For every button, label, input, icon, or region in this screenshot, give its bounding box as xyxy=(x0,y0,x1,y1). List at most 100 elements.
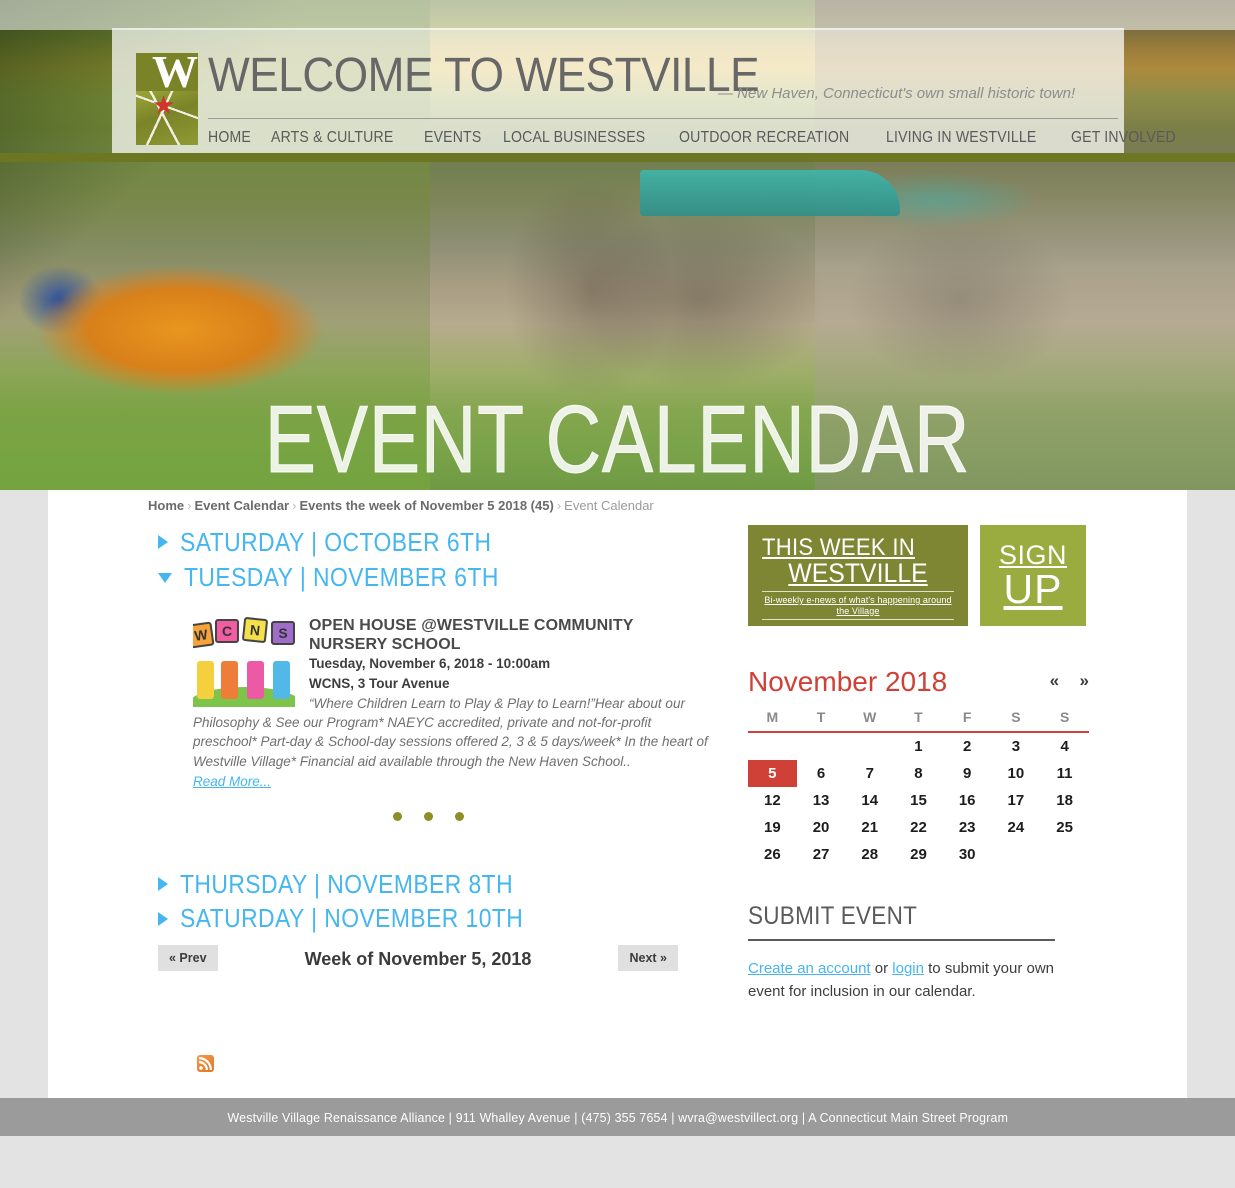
page-title: EVENT CALENDAR xyxy=(264,386,971,490)
calendar-day-16[interactable]: 16 xyxy=(943,787,992,814)
calendar-header: November 2018 « » xyxy=(748,668,1089,704)
nav-item-events[interactable]: EVENTS xyxy=(424,128,481,148)
event-item: W C N S OPEN HOUSE @WESTVILLE COMMUNITY … xyxy=(193,617,713,825)
day-header-expanded[interactable]: TUESDAY | NOVEMBER 6TH xyxy=(158,561,718,592)
calendar-day-28[interactable]: 28 xyxy=(845,841,894,868)
calendar-next-button[interactable]: » xyxy=(1080,671,1089,690)
week-label: Week of November 5, 2018 xyxy=(304,948,532,969)
calendar-day-6[interactable]: 6 xyxy=(797,760,846,787)
signup-promo[interactable]: SIGN UP xyxy=(980,525,1086,626)
calendar-day-27[interactable]: 27 xyxy=(797,841,846,868)
calendar-day-24[interactable]: 24 xyxy=(992,814,1041,841)
calendar-day-1[interactable]: 1 xyxy=(894,732,943,760)
breadcrumb-week[interactable]: Events the week of November 5 2018 (45) xyxy=(299,498,553,513)
breadcrumb-sep: › xyxy=(187,498,192,513)
top-strip xyxy=(0,0,1235,30)
calendar-day-2[interactable]: 2 xyxy=(943,732,992,760)
carousel-dots[interactable] xyxy=(193,792,663,826)
create-account-link[interactable]: Create an account xyxy=(748,960,871,977)
newsletter-line1: THIS WEEK IN xyxy=(762,534,915,561)
carousel-dot[interactable] xyxy=(423,811,433,821)
calendar-day-21[interactable]: 21 xyxy=(845,814,894,841)
calendar-weekday: S xyxy=(991,704,1041,733)
calendar-day-30[interactable]: 30 xyxy=(943,841,992,868)
calendar-day-4[interactable]: 4 xyxy=(1040,732,1089,760)
site-logo[interactable]: W xyxy=(136,53,198,145)
login-link[interactable]: login xyxy=(892,960,924,977)
nav-item-local-businesses[interactable]: LOCAL BUSINESSES xyxy=(503,128,645,148)
mini-calendar: November 2018 « » MTWTFSS 1 2 3 4 5 6 7 8 9 10 11 1… xyxy=(748,668,1089,868)
rss-icon[interactable] xyxy=(197,1055,214,1072)
nav-item-living-in-westville[interactable]: LIVING IN WESTVILLE xyxy=(886,128,1036,148)
events-list: SATURDAY | OCTOBER 6TH TUESDAY | NOVEMBE… xyxy=(148,528,718,979)
calendar-day-12[interactable]: 12 xyxy=(748,787,797,814)
breadcrumb-home[interactable]: Home xyxy=(148,498,184,513)
carousel-dot[interactable] xyxy=(454,811,464,821)
calendar-day-10[interactable]: 10 xyxy=(992,760,1041,787)
calendar-week-row: 1234 xyxy=(748,732,1089,760)
calendar-day-20[interactable]: 20 xyxy=(797,814,846,841)
chevron-right-icon[interactable] xyxy=(158,911,168,926)
chevron-right-icon[interactable] xyxy=(158,876,168,891)
calendar-day-25[interactable]: 25 xyxy=(1040,814,1089,841)
logo-letter: W xyxy=(152,53,198,97)
chevron-down-icon[interactable] xyxy=(158,573,172,584)
breadcrumb: Home › Event Calendar › Events the week of N… xyxy=(148,498,654,514)
nav-divider xyxy=(208,118,1118,119)
calendar-day-23[interactable]: 23 xyxy=(943,814,992,841)
calendar-weekday-row: MTWTFSS xyxy=(748,704,1089,733)
calendar-body: 1 2 3 4 5 6 7 8 9 10 11 12 13 14 15 16 17 18 19 20 21 22 23 24 2… xyxy=(748,732,1089,868)
awning-decoration xyxy=(640,170,900,216)
thumb-child xyxy=(247,661,264,700)
calendar-day-8[interactable]: 8 xyxy=(894,760,943,787)
day-label: TUESDAY | NOVEMBER 6TH xyxy=(184,561,499,592)
nav-item-home[interactable]: HOME xyxy=(208,128,251,148)
newsletter-promo[interactable]: THIS WEEK IN WESTVILLE Bi-weekly e-news … xyxy=(748,525,968,626)
next-week-button[interactable]: Next » xyxy=(618,944,678,972)
breadcrumb-sep: › xyxy=(556,498,562,513)
calendar-weekday: W xyxy=(845,704,895,733)
submit-or: or xyxy=(870,960,893,977)
calendar-day-14[interactable]: 14 xyxy=(845,787,894,814)
nav-item-arts-culture[interactable]: ARTS & CULTURE xyxy=(271,128,393,148)
day-header-collapsed[interactable]: THURSDAY | NOVEMBER 8TH xyxy=(158,870,718,899)
day-header-collapsed[interactable]: SATURDAY | NOVEMBER 10TH xyxy=(158,904,718,933)
calendar-day-17[interactable]: 17 xyxy=(992,787,1041,814)
calendar-weekday: S xyxy=(1040,704,1089,733)
calendar-day-9[interactable]: 9 xyxy=(943,760,992,787)
calendar-day-15[interactable]: 15 xyxy=(894,787,943,814)
thumb-block-s: S xyxy=(271,621,295,646)
calendar-prev-button[interactable]: « xyxy=(1050,671,1059,690)
event-thumbnail[interactable]: W C N S xyxy=(193,617,295,708)
day-header-collapsed[interactable]: SATURDAY | OCTOBER 6TH xyxy=(158,528,718,557)
read-more-link[interactable]: Read More... xyxy=(193,773,271,792)
calendar-day-13[interactable]: 13 xyxy=(797,787,846,814)
calendar-day-26[interactable]: 26 xyxy=(748,841,797,868)
calendar-day-5[interactable]: 5 xyxy=(748,760,797,787)
main-navigation: HOME ARTS & CULTURE EVENTS LOCAL BUSINESSES… xyxy=(208,128,1205,148)
thumb-block-n: N xyxy=(241,617,269,644)
calendar-month-label: November 2018 xyxy=(748,666,948,697)
calendar-day-18[interactable]: 18 xyxy=(1040,787,1089,814)
carousel-dot[interactable] xyxy=(392,811,402,821)
newsletter-subtitle: Bi-weekly e-news of what's happening aro… xyxy=(764,594,952,616)
calendar-day-22[interactable]: 22 xyxy=(894,814,943,841)
calendar-day-3[interactable]: 3 xyxy=(992,732,1041,760)
calendar-week-row: 19 20 21 22 23 24 25 xyxy=(748,814,1089,841)
calendar-nav: « » xyxy=(1034,672,1089,691)
calendar-weekday: M xyxy=(748,704,797,733)
day-label: SATURDAY | NOVEMBER 10TH xyxy=(180,903,524,934)
chevron-right-icon[interactable] xyxy=(158,535,168,550)
calendar-day-11[interactable]: 11 xyxy=(1040,760,1089,787)
breadcrumb-event-calendar[interactable]: Event Calendar xyxy=(194,498,289,513)
nav-item-get-involved[interactable]: GET INVOLVED xyxy=(1071,128,1176,148)
calendar-day-7[interactable]: 7 xyxy=(845,760,894,787)
submit-event-section: SUBMIT EVENT Create an account or login … xyxy=(748,904,1089,1004)
calendar-day-19[interactable]: 19 xyxy=(748,814,797,841)
calendar-day-29[interactable]: 29 xyxy=(894,841,943,868)
calendar-day-empty xyxy=(845,732,894,760)
submit-event-text: Create an account or login to submit you… xyxy=(748,957,1089,1004)
thumb-child xyxy=(273,661,290,700)
site-tagline: — New Haven, Connecticut's own small his… xyxy=(718,85,1076,102)
nav-item-outdoor-recreation[interactable]: OUTDOOR RECREATION xyxy=(679,128,849,148)
